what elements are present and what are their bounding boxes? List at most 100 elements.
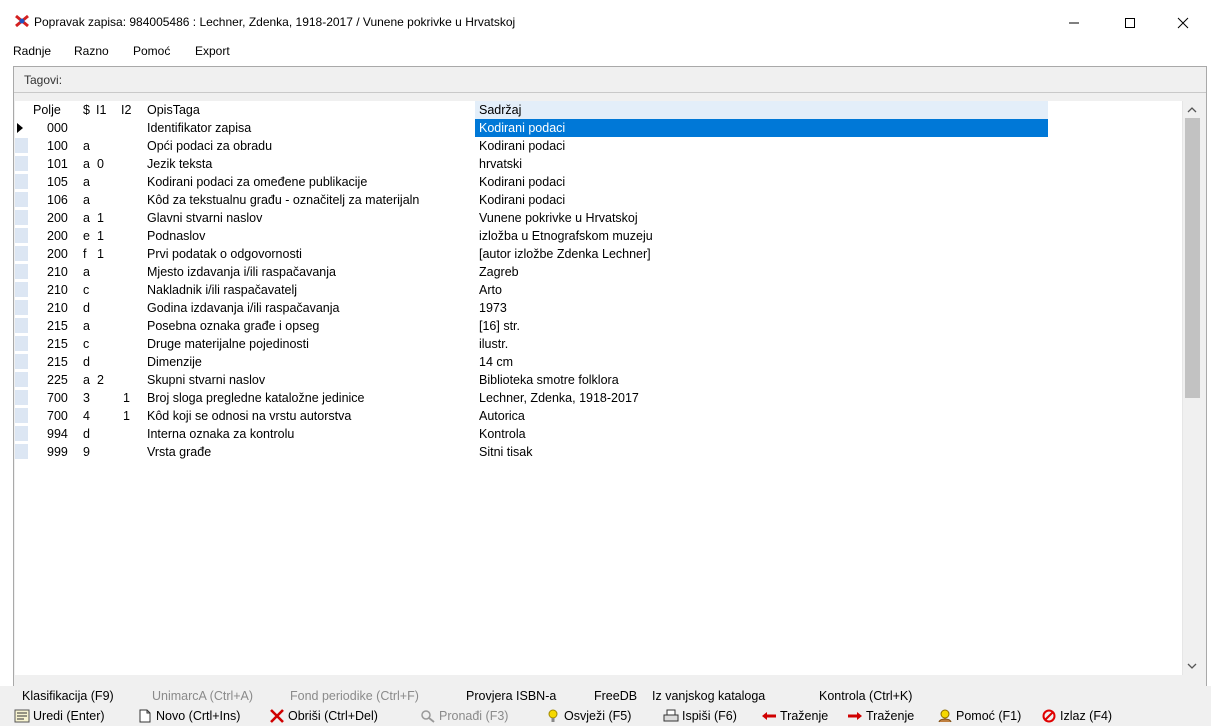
cell-subfield[interactable]: a (83, 319, 90, 333)
cell-opis-taga[interactable]: Identifikator zapisa (147, 121, 251, 135)
table-row[interactable]: 210 a Mjesto izdavanja i/ili raspačavanja Z… (15, 263, 1182, 281)
row-selector[interactable] (15, 444, 28, 459)
cell-sadrzaj[interactable]: hrvatski (479, 157, 522, 171)
cell-polje[interactable]: 200 (47, 229, 68, 243)
cell-i2[interactable]: 1 (123, 409, 130, 423)
row-selector[interactable] (15, 156, 28, 171)
header-i2[interactable]: I2 (121, 103, 131, 117)
cell-subfield[interactable]: 9 (83, 445, 90, 459)
novo-button[interactable]: Novo (Crtl+Ins) (137, 709, 240, 723)
table-row[interactable]: 210 c Nakladnik i/ili raspačavatelj Arto (15, 281, 1182, 299)
row-selector[interactable] (15, 390, 28, 405)
row-selector[interactable] (15, 192, 28, 207)
cell-polje[interactable]: 210 (47, 265, 68, 279)
cell-polje[interactable]: 200 (47, 247, 68, 261)
table-row[interactable]: 106 a Kôd za tekstualnu građu - označitelj… (15, 191, 1182, 209)
cell-polje[interactable]: 700 (47, 409, 68, 423)
header-opis-taga[interactable]: OpisTaga (147, 103, 200, 117)
cell-opis-taga[interactable]: Jezik teksta (147, 157, 212, 171)
cell-opis-taga[interactable]: Kodirani podaci za omeđene publikacije (147, 175, 367, 189)
cell-subfield[interactable]: a (83, 211, 90, 225)
cell-polje[interactable]: 106 (47, 193, 68, 207)
scrollbar-thumb[interactable] (1185, 118, 1200, 398)
izlaz-button[interactable]: Izlaz (F4) (1041, 709, 1112, 723)
cell-subfield[interactable]: d (83, 301, 90, 315)
table-row[interactable]: 210 d Godina izdavanja i/ili raspačavanja 1… (15, 299, 1182, 317)
cell-opis-taga[interactable]: Dimenzije (147, 355, 202, 369)
row-selector[interactable] (15, 264, 28, 279)
row-selector[interactable] (15, 282, 28, 297)
cell-sadrzaj[interactable]: 14 cm (479, 355, 513, 369)
cell-sadrzaj[interactable]: Sitni tisak (479, 445, 533, 459)
table-row[interactable]: 200 e 1 Podnaslov izložba u Etnografskom muz… (15, 227, 1182, 245)
maximize-button[interactable] (1107, 8, 1153, 38)
row-selector[interactable] (15, 426, 28, 441)
row-selector[interactable] (15, 300, 28, 315)
row-selector[interactable] (15, 246, 28, 261)
table-row[interactable]: 215 c Druge materijalne pojedinosti ilustr. (15, 335, 1182, 353)
uredi-button[interactable]: Uredi (Enter) (14, 709, 105, 723)
header-i1[interactable]: I1 (96, 103, 106, 117)
header-polje[interactable]: Polje (33, 103, 61, 117)
cell-sadrzaj[interactable]: Autorica (479, 409, 525, 423)
cell-polje[interactable]: 210 (47, 283, 68, 297)
scroll-up-icon[interactable] (1187, 105, 1197, 115)
cell-polje[interactable]: 000 (47, 121, 68, 135)
cell-subfield[interactable]: a (83, 193, 90, 207)
cell-subfield[interactable]: e (83, 229, 90, 243)
cell-opis-taga[interactable]: Godina izdavanja i/ili raspačavanja (147, 301, 339, 315)
menu-razno[interactable]: Razno (74, 44, 109, 58)
cell-sadrzaj[interactable]: Kontrola (479, 427, 526, 441)
table-row[interactable]: 100 a Opći podaci za obradu Kodirani podaci (15, 137, 1182, 155)
table-row[interactable]: 700 3 1 Broj sloga pregledne kataložne jedi… (15, 389, 1182, 407)
cell-polje[interactable]: 105 (47, 175, 68, 189)
klasifikacija-button[interactable]: Klasifikacija (F9) (22, 689, 114, 703)
row-selector[interactable] (15, 408, 28, 423)
cell-i1[interactable]: 1 (97, 211, 104, 225)
cell-opis-taga[interactable]: Interna oznaka za kontrolu (147, 427, 294, 441)
cell-subfield[interactable]: a (83, 265, 90, 279)
cell-sadrzaj[interactable]: Kodirani podaci (479, 193, 565, 207)
cell-polje[interactable]: 215 (47, 355, 68, 369)
cell-sadrzaj[interactable]: ilustr. (479, 337, 508, 351)
table-row[interactable]: 994 d Interna oznaka za kontrolu Kontrola (15, 425, 1182, 443)
cell-polje[interactable]: 215 (47, 319, 68, 333)
cell-polje[interactable]: 999 (47, 445, 68, 459)
cell-opis-taga[interactable]: Mjesto izdavanja i/ili raspačavanja (147, 265, 336, 279)
cell-subfield[interactable]: d (83, 355, 90, 369)
row-selector[interactable] (15, 228, 28, 243)
cell-sadrzaj[interactable]: [autor izložbe Zdenka Lechner] (479, 247, 651, 261)
table-row[interactable]: 225 a 2 Skupni stvarni naslov Biblioteka smo… (15, 371, 1182, 389)
row-selector[interactable] (15, 372, 28, 387)
cell-sadrzaj[interactable]: 1973 (479, 301, 507, 315)
vanjski-katalog-button[interactable]: Iz vanjskog kataloga (652, 689, 765, 703)
cell-opis-taga[interactable]: Podnaslov (147, 229, 205, 243)
cell-subfield[interactable]: a (83, 175, 90, 189)
fond-periodike-button[interactable]: Fond periodike (Ctrl+F) (290, 689, 419, 703)
cell-sadrzaj[interactable]: Biblioteka smotre folklora (479, 373, 619, 387)
row-selector[interactable] (15, 138, 28, 153)
obrisi-button[interactable]: Obriši (Ctrl+Del) (269, 709, 378, 723)
table-row[interactable]: 215 a Posebna oznaka građe i opseg [16] str… (15, 317, 1182, 335)
cell-i2[interactable]: 1 (123, 391, 130, 405)
vertical-scrollbar[interactable] (1182, 101, 1202, 675)
row-selector[interactable] (15, 120, 28, 135)
row-selector[interactable] (15, 336, 28, 351)
trazenje-back-button[interactable]: Traženje (761, 709, 828, 723)
provjera-isbn-button[interactable]: Provjera ISBN-a (466, 689, 556, 703)
cell-polje[interactable]: 215 (47, 337, 68, 351)
osvjezi-button[interactable]: Osvježi (F5) (545, 709, 631, 723)
table-row[interactable]: 200 f 1 Prvi podatak o odgovornosti [autor i… (15, 245, 1182, 263)
header-sadrzaj[interactable]: Sadržaj (479, 103, 521, 117)
minimize-button[interactable] (1051, 8, 1097, 38)
cell-opis-taga[interactable]: Druge materijalne pojedinosti (147, 337, 309, 351)
cell-subfield[interactable]: d (83, 427, 90, 441)
table-row[interactable]: 215 d Dimenzije 14 cm (15, 353, 1182, 371)
cell-opis-taga[interactable]: Prvi podatak o odgovornosti (147, 247, 302, 261)
cell-opis-taga[interactable]: Skupni stvarni naslov (147, 373, 265, 387)
cell-polje[interactable]: 700 (47, 391, 68, 405)
cell-i1[interactable]: 0 (97, 157, 104, 171)
table-row[interactable]: 105 a Kodirani podaci za omeđene publikaci… (15, 173, 1182, 191)
cell-subfield[interactable]: f (83, 247, 86, 261)
cell-subfield[interactable]: c (83, 337, 89, 351)
